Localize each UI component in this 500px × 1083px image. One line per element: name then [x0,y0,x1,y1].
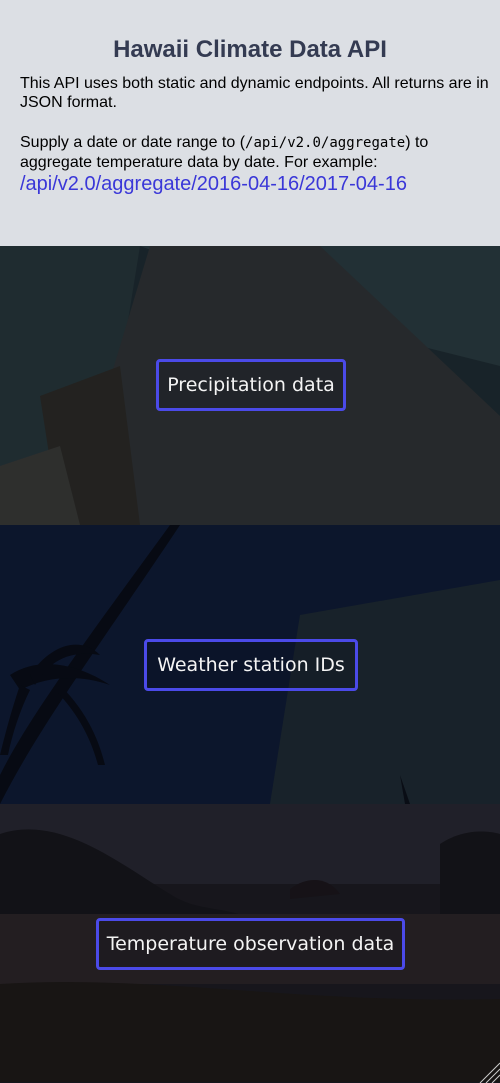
aggregate-prefix: Supply a date or date range to ( [20,134,246,151]
aggregate-description: Supply a date or date range to (/api/v2.… [20,133,490,172]
page-title: Hawaii Climate Data API [113,36,387,63]
precipitation-panel: Precipitation data [0,246,500,525]
precipitation-button[interactable]: Precipitation data [156,359,346,411]
temperature-panel: Temperature observation data [0,804,500,1083]
temperature-button[interactable]: Temperature observation data [96,918,405,970]
stations-button[interactable]: Weather station IDs [144,639,358,691]
aggregate-endpoint-code: /api/v2.0/aggregate [245,135,406,151]
stations-panel: Weather station IDs [0,525,500,804]
header: Hawaii Climate Data API This API uses bo… [0,0,500,246]
example-aggregate-link[interactable]: /api/v2.0/aggregate/2016-04-16/2017-04-1… [20,173,407,196]
resize-grip-icon[interactable] [476,1059,500,1083]
intro-text: This API uses both static and dynamic en… [20,75,489,111]
